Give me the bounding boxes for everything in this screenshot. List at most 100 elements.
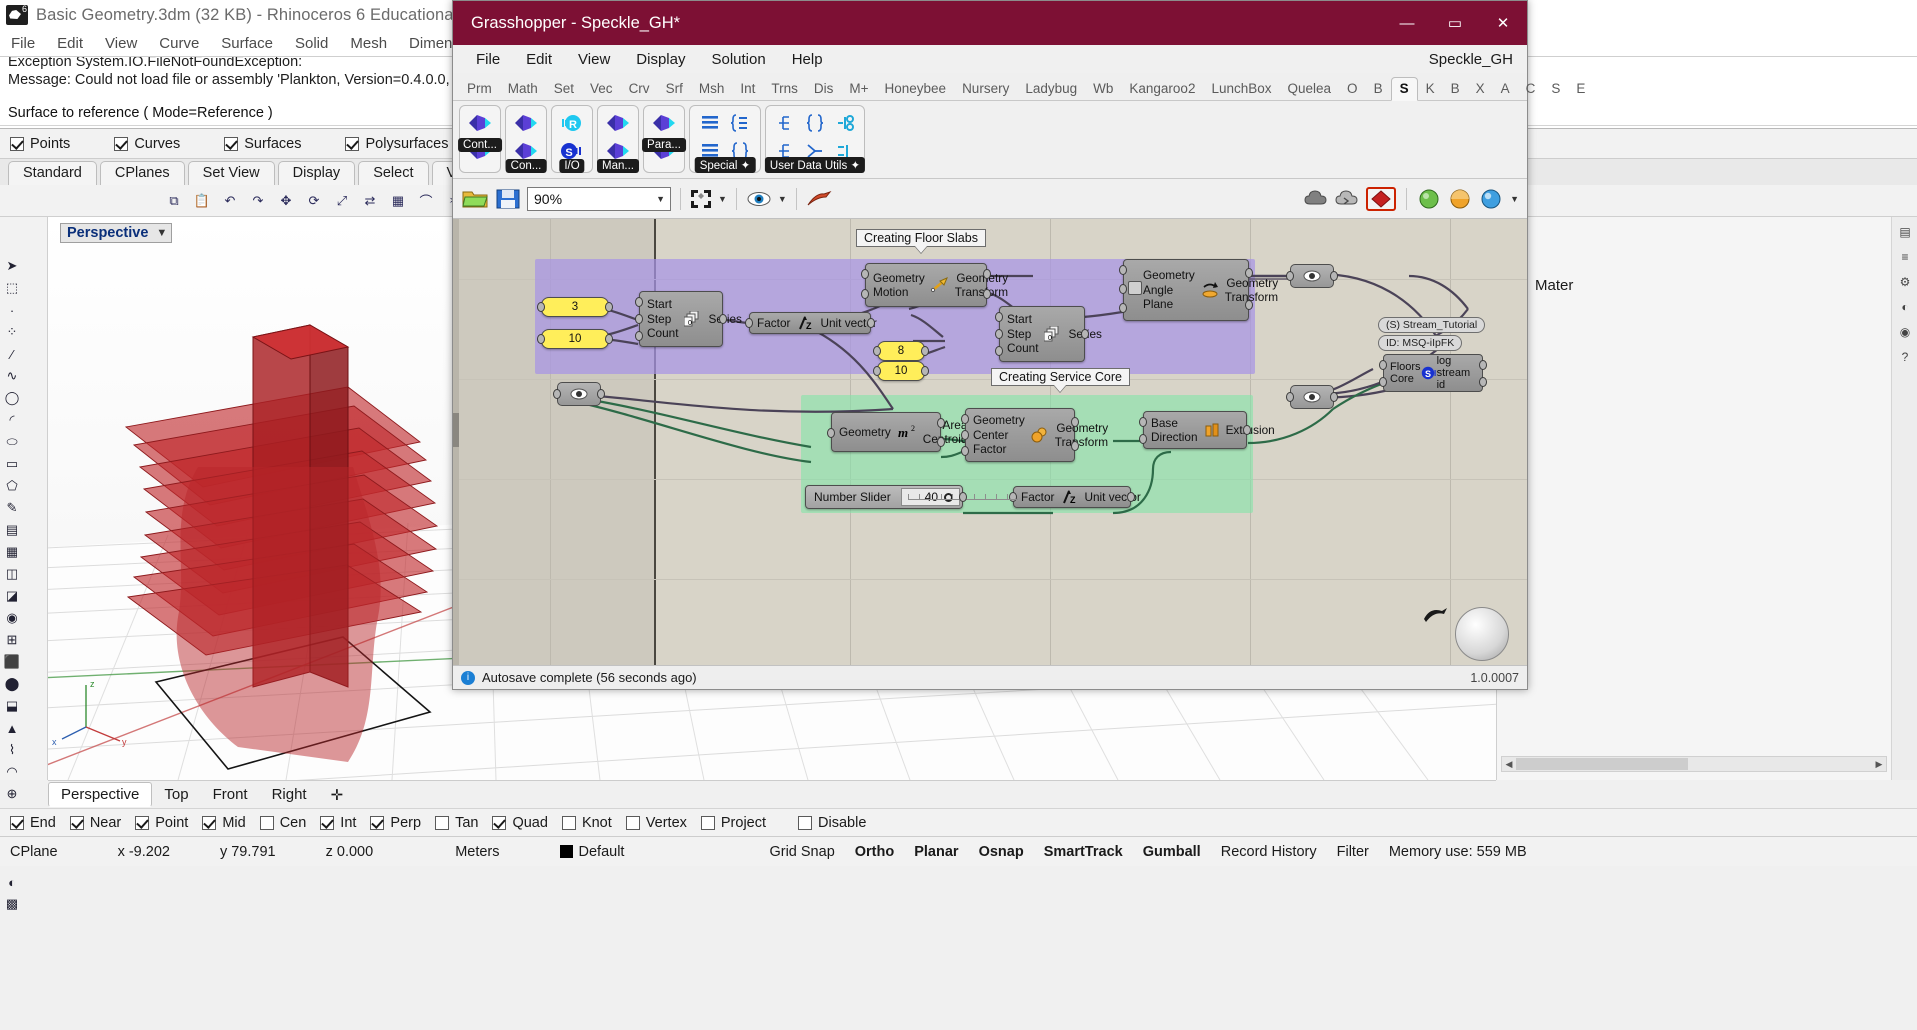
input-port[interactable] [537, 334, 545, 344]
gh-tab-x[interactable]: X [1468, 78, 1493, 100]
ribbon-group-connectors[interactable]: Cont... [459, 105, 501, 173]
gear-icon[interactable]: ⚙ [1895, 272, 1915, 292]
gh-menu-solution[interactable]: Solution [698, 51, 778, 68]
rhino-menu-view[interactable]: View [94, 35, 148, 52]
split-tree-icon[interactable] [831, 109, 859, 137]
list-icon[interactable] [696, 109, 724, 137]
speckle-icon[interactable] [604, 109, 632, 137]
number-slider[interactable]: Number Slider 40 [805, 485, 963, 509]
undo-icon[interactable]: ↶ [218, 189, 242, 213]
status-gumball[interactable]: Gumball [1133, 844, 1211, 860]
ribbon-group-params[interactable]: Para... [643, 105, 685, 173]
chevron-down-icon[interactable]: ▼ [778, 194, 787, 204]
grasshopper-titlebar[interactable]: Grasshopper - Speckle_GH* — ▭ ✕ [453, 1, 1527, 45]
expand-icon[interactable]: ✦ [850, 160, 860, 172]
input-port-count[interactable] [995, 346, 1003, 356]
input-port-motion[interactable] [861, 289, 869, 299]
chevron-down-icon[interactable]: ▼ [718, 194, 727, 204]
chevron-down-icon[interactable]: ▼ [656, 194, 665, 204]
toolbar-tab-setview[interactable]: Set View [188, 161, 275, 185]
scroll-left-icon[interactable]: ◀ [1503, 758, 1515, 770]
select-arrow-icon[interactable]: ➤ [0, 255, 24, 277]
gh-tab-lunchbox[interactable]: LunchBox [1203, 78, 1279, 100]
polygon-icon[interactable]: ⬠ [0, 475, 24, 497]
sphere-green-icon[interactable] [1417, 188, 1441, 210]
gh-tab-msh[interactable]: Msh [691, 78, 733, 100]
output-port-transform[interactable] [1071, 441, 1079, 451]
add-viewport-button[interactable]: ✛ [319, 783, 356, 807]
status-ortho[interactable]: Ortho [845, 844, 904, 860]
gh-tab-s2[interactable]: S [1543, 78, 1568, 100]
properties-icon[interactable]: ▤ [1895, 222, 1915, 242]
gh-tab-o[interactable]: O [1339, 78, 1366, 100]
value-toggle-icon[interactable] [1128, 281, 1142, 295]
toolbar-tab-display[interactable]: Display [278, 161, 356, 185]
tree-icon[interactable] [771, 109, 799, 137]
arc-icon[interactable]: ◜ [0, 409, 24, 431]
braces-icon[interactable] [801, 109, 829, 137]
osnap-tan[interactable]: Tan [435, 815, 478, 831]
point-icon[interactable]: · [0, 299, 24, 321]
revolve-icon[interactable]: ◉ [0, 607, 24, 629]
component-rotate[interactable]: Geometry Angle Plane Geometry Transform [1123, 259, 1249, 321]
gh-tab-k[interactable]: K [1418, 78, 1443, 100]
osnap-knot[interactable]: Knot [562, 815, 612, 831]
component-unit-z[interactable]: Factor Z Unit vector [749, 312, 871, 334]
gh-menu-display[interactable]: Display [623, 51, 698, 68]
right-panel-hscrollbar[interactable]: ◀ ▶ [1501, 756, 1887, 772]
input-port-start[interactable] [635, 297, 643, 307]
material-panel-icon[interactable]: ◉ [1895, 322, 1915, 342]
osnap-project[interactable]: Project [701, 815, 766, 831]
output-port-unit-vector[interactable] [1127, 492, 1135, 502]
gh-tab-nursery[interactable]: Nursery [954, 78, 1017, 100]
osnap-bar[interactable]: End Near Point Mid Cen Int Perp Tan Quad… [0, 808, 1917, 836]
gh-tab-math[interactable]: Math [500, 78, 546, 100]
gh-tab-prm[interactable]: Prm [459, 78, 500, 100]
output-port[interactable] [1330, 271, 1338, 281]
help-icon[interactable]: ? [1895, 347, 1915, 367]
output-port-geometry[interactable] [983, 269, 991, 279]
move-icon[interactable]: ✥ [274, 189, 298, 213]
draw-icon[interactable] [806, 189, 832, 209]
input-port-direction[interactable] [1139, 434, 1147, 444]
ribbon-group-management[interactable]: Man... [597, 105, 639, 173]
filter-polysurfaces[interactable]: Polysurfaces [345, 136, 448, 152]
status-smarttrack[interactable]: SmartTrack [1034, 844, 1133, 860]
input-port-geometry[interactable] [861, 269, 869, 279]
osnap-end[interactable]: End [10, 815, 56, 831]
input-port[interactable] [537, 302, 545, 312]
zoom-extents-icon[interactable] [690, 189, 712, 209]
canvas-scrollbar[interactable] [453, 219, 459, 669]
output-port-geometry[interactable] [1071, 417, 1079, 427]
display-panel-icon[interactable]: ◐ [1895, 297, 1915, 317]
curve-icon[interactable]: ∿ [0, 365, 24, 387]
viewport-tab-top[interactable]: Top [152, 783, 200, 806]
rhino-left-toolbar[interactable]: ➤ ⬚ · ⁘ ∕ ∿ ◯ ◜ ⬭ ▭ ⬠ ✎ ▤ ▦ ◫ ◪ ◉ ⊞ ⬛ ⬤ … [0, 217, 48, 780]
sphere-blue-icon[interactable] [1479, 188, 1503, 210]
grasshopper-menubar[interactable]: File Edit View Display Solution Help Spe… [453, 45, 1527, 73]
output-port-log[interactable] [1479, 360, 1487, 370]
status-grid-snap[interactable]: Grid Snap [759, 844, 844, 860]
osnap-mid[interactable]: Mid [202, 815, 245, 831]
input-port-factor[interactable] [745, 318, 753, 328]
input-port-geometry[interactable] [1119, 265, 1127, 275]
osnap-cen[interactable]: Cen [260, 815, 307, 831]
maximize-icon[interactable]: ▭ [1431, 1, 1479, 45]
input-port[interactable] [873, 346, 881, 356]
input-port-count[interactable] [635, 331, 643, 341]
gh-tab-b2[interactable]: B [1443, 78, 1468, 100]
osnap-disable[interactable]: Disable [798, 815, 866, 831]
close-icon[interactable]: ✕ [1479, 1, 1527, 45]
output-port[interactable] [921, 346, 929, 356]
open-file-icon[interactable] [461, 187, 489, 211]
stop-icon[interactable] [1366, 187, 1396, 211]
surface-plane-icon[interactable]: ▤ [0, 519, 24, 541]
toolbar-tab-select[interactable]: Select [358, 161, 428, 185]
speckle-icon[interactable] [466, 109, 494, 137]
output-port-centroid[interactable] [937, 437, 945, 447]
number-param[interactable]: 3 [541, 297, 609, 317]
output-port[interactable] [959, 492, 967, 502]
component-unit-z-2[interactable]: Factor Z Unit vector [1013, 486, 1131, 508]
scroll-right-icon[interactable]: ▶ [1873, 758, 1885, 770]
paste-icon[interactable]: 📋 [190, 189, 214, 213]
